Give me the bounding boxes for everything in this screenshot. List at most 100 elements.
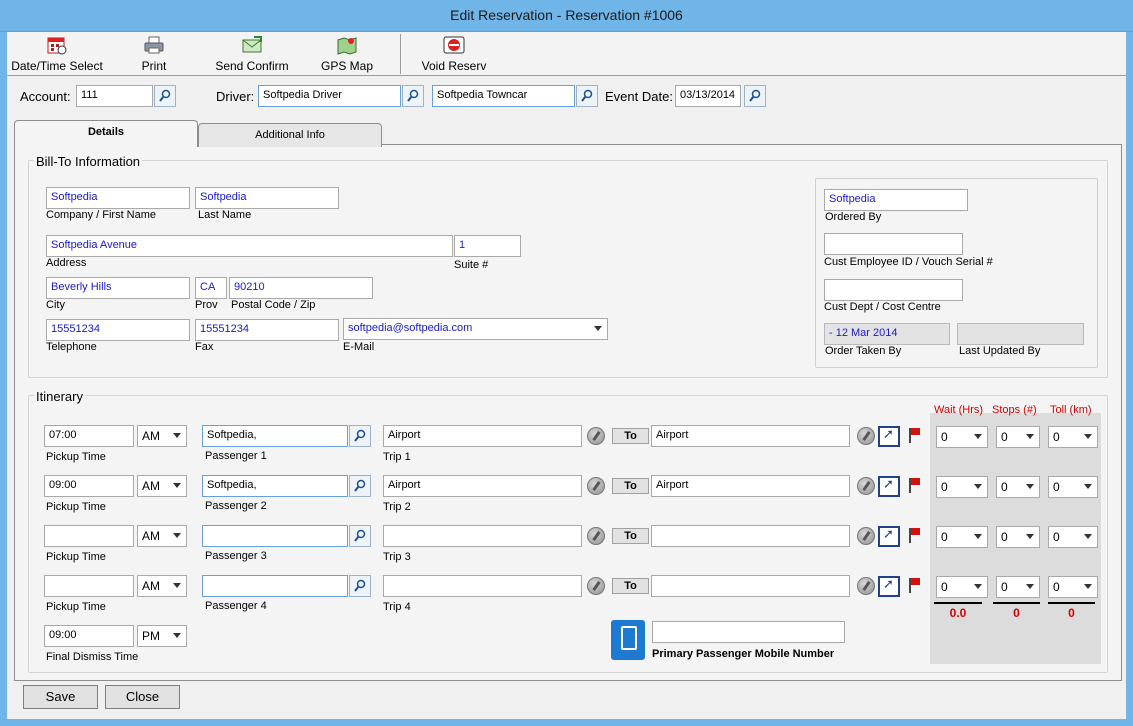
toll-select[interactable]: 0 xyxy=(1048,526,1098,548)
driver-label: Driver: xyxy=(216,89,255,104)
pickup-ampm-select[interactable]: AM xyxy=(137,425,187,447)
toll-select[interactable]: 0 xyxy=(1048,476,1098,498)
address-input[interactable]: Softpedia Avenue xyxy=(46,235,453,257)
trip-to-input[interactable]: Airport xyxy=(651,475,850,497)
wait-select[interactable]: 0 xyxy=(936,426,988,448)
account-input[interactable]: 111 xyxy=(76,85,153,107)
trip-from-input[interactable]: Airport xyxy=(383,475,582,497)
pickup-ampm-select[interactable]: AM xyxy=(137,525,187,547)
dismiss-ampm-select[interactable]: PM xyxy=(137,625,187,647)
fax-input[interactable]: 15551234 xyxy=(195,319,339,341)
wait-select[interactable]: 0 xyxy=(936,526,988,548)
trip-to-input[interactable] xyxy=(651,525,850,547)
compass-icon[interactable] xyxy=(587,527,605,545)
cust-dept-input[interactable] xyxy=(824,279,963,301)
pickup-time-input[interactable] xyxy=(44,575,134,597)
datetime-select-button[interactable]: Date/Time Select xyxy=(7,32,107,76)
magnifier-icon xyxy=(354,429,366,442)
driver-lookup-button[interactable] xyxy=(402,85,424,107)
window-border-left xyxy=(0,32,7,726)
passenger-lookup-button[interactable] xyxy=(349,425,371,447)
stops-total-underline xyxy=(993,602,1040,604)
telephone-input[interactable]: 15551234 xyxy=(46,319,190,341)
flag-icon[interactable] xyxy=(904,576,924,596)
city-input[interactable]: Beverly Hills xyxy=(46,277,190,299)
void-reservation-button[interactable]: Void Reserv xyxy=(417,32,491,76)
route-arrow-icon[interactable] xyxy=(878,426,900,447)
suite-input[interactable]: 1 xyxy=(454,235,521,257)
compass-icon[interactable] xyxy=(587,427,605,445)
event-date-input[interactable]: 03/13/2014 xyxy=(675,85,741,107)
ordered-by-input[interactable]: Softpedia xyxy=(824,189,968,211)
pickup-ampm-value: AM xyxy=(142,429,160,443)
cust-employee-input[interactable] xyxy=(824,233,963,255)
compass-icon[interactable] xyxy=(857,577,875,595)
toll-select[interactable]: 0 xyxy=(1048,576,1098,598)
fax-label: Fax xyxy=(195,341,214,353)
passenger-lookup-button[interactable] xyxy=(349,475,371,497)
prov-input[interactable]: CA xyxy=(195,277,227,299)
tab-additional-info-label: Additional Info xyxy=(255,129,325,141)
toolbar: Date/Time Select Print Send Confirm GPS … xyxy=(7,32,1126,76)
wait-select[interactable]: 0 xyxy=(936,476,988,498)
passenger-input[interactable]: Softpedia, xyxy=(202,475,348,497)
postal-input[interactable]: 90210 xyxy=(229,277,373,299)
passenger-input[interactable]: Softpedia, xyxy=(202,425,348,447)
flag-icon[interactable] xyxy=(904,426,924,446)
compass-icon[interactable] xyxy=(587,477,605,495)
stops-select[interactable]: 0 xyxy=(996,576,1040,598)
to-button[interactable]: To xyxy=(612,478,649,494)
pickup-ampm-select[interactable]: AM xyxy=(137,475,187,497)
save-button[interactable]: Save xyxy=(23,685,98,709)
send-confirm-button[interactable]: Send Confirm xyxy=(207,32,297,76)
stops-select[interactable]: 0 xyxy=(996,526,1040,548)
passenger-input[interactable] xyxy=(202,575,348,597)
tab-details[interactable]: Details xyxy=(14,120,198,147)
driver-input[interactable]: Softpedia Driver xyxy=(258,85,401,107)
last-name-input[interactable]: Softpedia xyxy=(195,187,339,209)
email-select[interactable]: softpedia@softpedia.com xyxy=(343,318,608,340)
wait-select[interactable]: 0 xyxy=(936,576,988,598)
account-lookup-button[interactable] xyxy=(154,85,176,107)
chevron-down-icon xyxy=(1084,434,1092,439)
trip-to-input[interactable]: Airport xyxy=(651,425,850,447)
trip-from-input[interactable]: Airport xyxy=(383,425,582,447)
mobile-number-input[interactable] xyxy=(652,621,845,643)
trip-from-input[interactable] xyxy=(383,525,582,547)
route-arrow-icon[interactable] xyxy=(878,576,900,597)
pickup-ampm-select[interactable]: AM xyxy=(137,575,187,597)
pickup-time-input[interactable]: 07:00 xyxy=(44,425,134,447)
company-input[interactable]: Softpedia xyxy=(46,187,190,209)
vehicle-lookup-button[interactable] xyxy=(576,85,598,107)
vehicle-input[interactable]: Softpedia Towncar xyxy=(432,85,575,107)
route-arrow-icon[interactable] xyxy=(878,476,900,497)
passenger-lookup-button[interactable] xyxy=(349,575,371,597)
close-button[interactable]: Close xyxy=(105,685,180,709)
toll-select[interactable]: 0 xyxy=(1048,426,1098,448)
compass-icon[interactable] xyxy=(587,577,605,595)
stops-select[interactable]: 0 xyxy=(996,426,1040,448)
trip-to-input[interactable] xyxy=(651,575,850,597)
to-button[interactable]: To xyxy=(612,578,649,594)
route-arrow-icon[interactable] xyxy=(878,526,900,547)
trip-from-input[interactable] xyxy=(383,575,582,597)
tab-additional-info[interactable]: Additional Info xyxy=(198,123,382,147)
pickup-time-input[interactable]: 09:00 xyxy=(44,475,134,497)
pickup-time-input[interactable] xyxy=(44,525,134,547)
email-value: softpedia@softpedia.com xyxy=(348,322,473,334)
compass-icon[interactable] xyxy=(857,427,875,445)
passenger-input[interactable] xyxy=(202,525,348,547)
gps-map-button[interactable]: GPS Map xyxy=(315,32,379,76)
print-button[interactable]: Print xyxy=(124,32,184,76)
flag-icon[interactable] xyxy=(904,526,924,546)
event-date-picker-button[interactable] xyxy=(744,85,766,107)
stops-select[interactable]: 0 xyxy=(996,476,1040,498)
prov-label: Prov xyxy=(195,299,218,311)
flag-icon[interactable] xyxy=(904,476,924,496)
dismiss-time-input[interactable]: 09:00 xyxy=(44,625,134,647)
to-button[interactable]: To xyxy=(612,528,649,544)
compass-icon[interactable] xyxy=(857,477,875,495)
compass-icon[interactable] xyxy=(857,527,875,545)
to-button[interactable]: To xyxy=(612,428,649,444)
passenger-lookup-button[interactable] xyxy=(349,525,371,547)
